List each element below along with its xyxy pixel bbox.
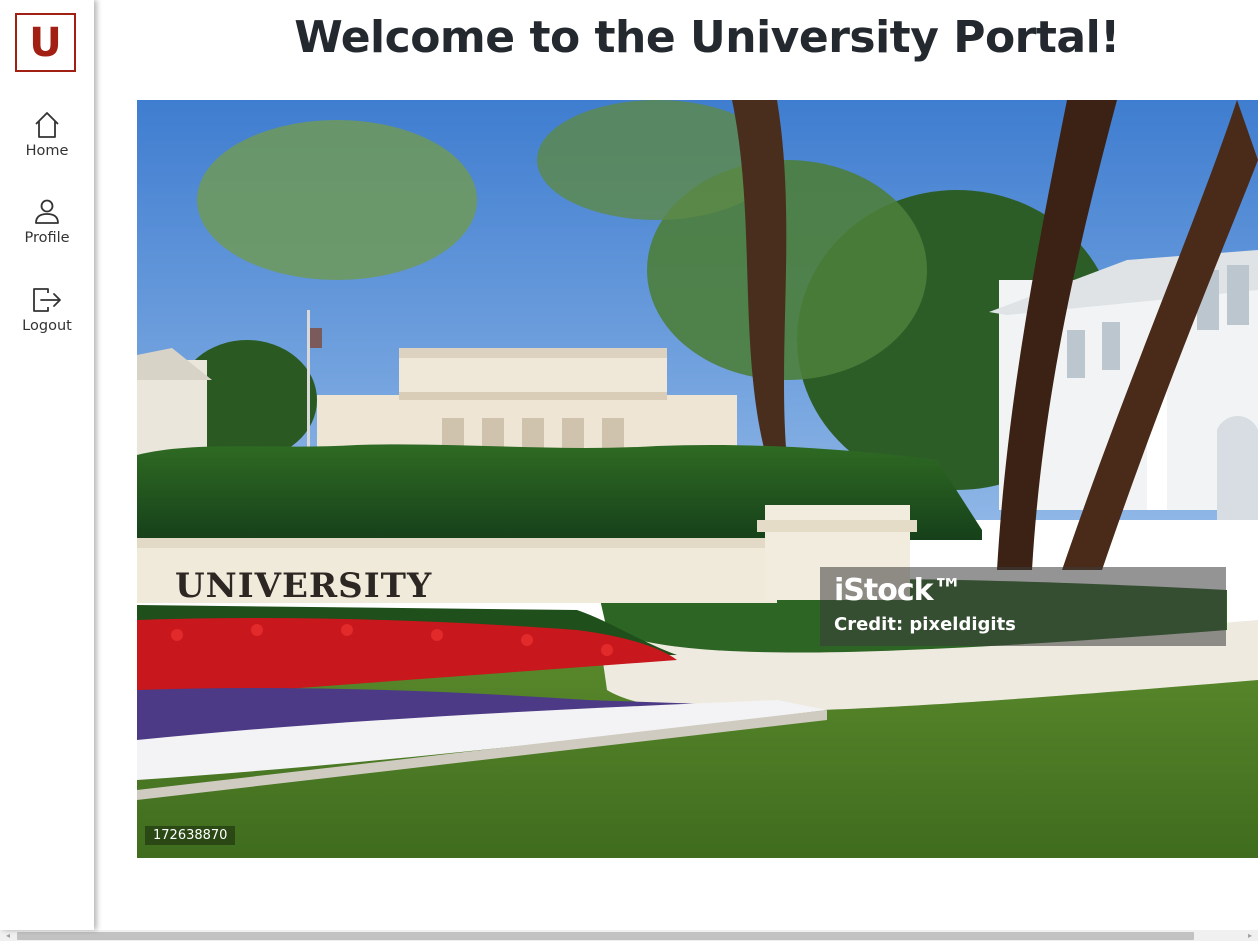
logo-letter: U (29, 19, 62, 66)
scroll-right-arrow-icon[interactable]: ▸ (1244, 930, 1256, 941)
horizontal-scrollbar[interactable]: ◂ ▸ (0, 930, 1258, 941)
sidebar-item-label: Logout (22, 318, 72, 334)
sidebar-item-logout[interactable]: Logout (0, 285, 94, 334)
university-logo[interactable]: U (15, 13, 76, 72)
sidebar-item-profile[interactable]: Profile (0, 197, 94, 246)
logout-icon (33, 288, 61, 312)
sign-text: UNIVERSITY (175, 566, 432, 606)
scrollbar-thumb[interactable] (17, 932, 1194, 940)
campus-hero-image: UNIVERSITY iStock™ Credit: pixeldigits 1… (137, 100, 1258, 858)
scroll-left-arrow-icon[interactable]: ◂ (2, 930, 14, 941)
sidebar-item-label: Home (25, 143, 69, 159)
user-icon (35, 199, 59, 224)
page-title: Welcome to the University Portal! (294, 12, 1120, 63)
image-credit: Credit: pixeldigits (834, 614, 1016, 635)
sidebar-item-label: Profile (24, 230, 70, 246)
istock-watermark: iStock™ Credit: pixeldigits (820, 567, 1226, 646)
istock-logo: iStock™ (834, 573, 963, 608)
image-id-label: 172638870 (145, 826, 236, 845)
home-icon (35, 112, 59, 138)
sidebar-item-home[interactable]: Home (0, 110, 94, 159)
sidebar: U Home Profile Logout (0, 0, 94, 930)
